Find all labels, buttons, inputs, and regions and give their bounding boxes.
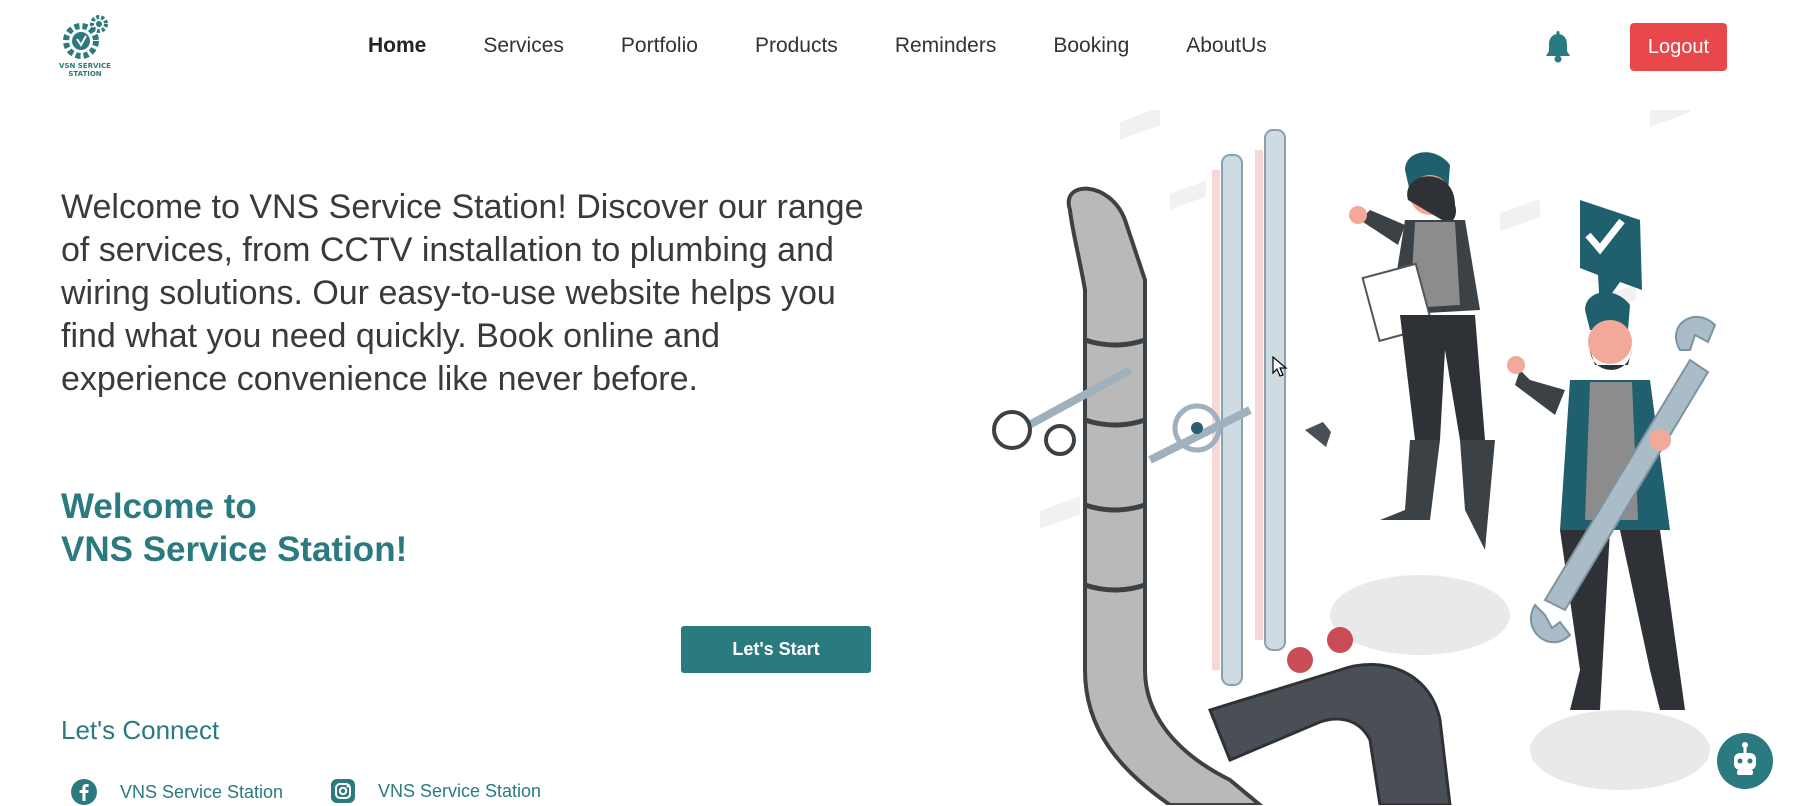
lets-connect-heading: Let's Connect — [61, 715, 220, 745]
facebook-icon — [71, 779, 97, 805]
instagram-link[interactable]: VNS Service Station — [330, 778, 541, 804]
nav-products[interactable]: Products — [755, 34, 838, 58]
nav-portfolio[interactable]: Portfolio — [621, 34, 698, 58]
welcome-heading: Welcome to VNS Service Station! — [61, 485, 407, 571]
nav-services[interactable]: Services — [483, 34, 564, 58]
lets-start-button[interactable]: Let's Start — [681, 626, 871, 673]
plumbers-illustration — [992, 110, 1717, 805]
facebook-label: VNS Service Station — [120, 781, 284, 802]
nav-home[interactable]: Home — [368, 34, 426, 58]
welcome-line1: Welcome to — [61, 487, 257, 526]
facebook-link[interactable]: VNS Service Station — [70, 778, 283, 806]
nav-booking[interactable]: Booking — [1053, 34, 1129, 58]
welcome-line2: VNS Service Station! — [61, 530, 408, 569]
chatbot-button[interactable] — [1717, 733, 1773, 789]
notification-bell-icon[interactable] — [1544, 31, 1572, 63]
instagram-icon — [331, 779, 355, 803]
logo-text-line2: STATION — [68, 70, 102, 78]
logo-text-line1: VSN SERVICE — [59, 62, 111, 70]
main-menu: Home Services Portfolio Products Reminde… — [368, 34, 1324, 58]
site-logo[interactable]: VSN SERVICE STATION — [58, 15, 112, 79]
gear-logo-icon — [63, 15, 108, 59]
nav-aboutus[interactable]: AboutUs — [1186, 34, 1267, 58]
mouse-cursor-icon — [1272, 356, 1288, 377]
top-navbar: VSN SERVICE STATION Home Services Portfo… — [0, 0, 1793, 96]
chatbot-icon — [1734, 742, 1756, 775]
nav-reminders[interactable]: Reminders — [895, 34, 997, 58]
logout-button[interactable]: Logout — [1630, 23, 1727, 71]
logo-text: VSN SERVICE STATION — [58, 62, 112, 78]
intro-paragraph: Welcome to VNS Service Station! Discover… — [61, 188, 864, 398]
instagram-label: VNS Service Station — [378, 780, 542, 801]
